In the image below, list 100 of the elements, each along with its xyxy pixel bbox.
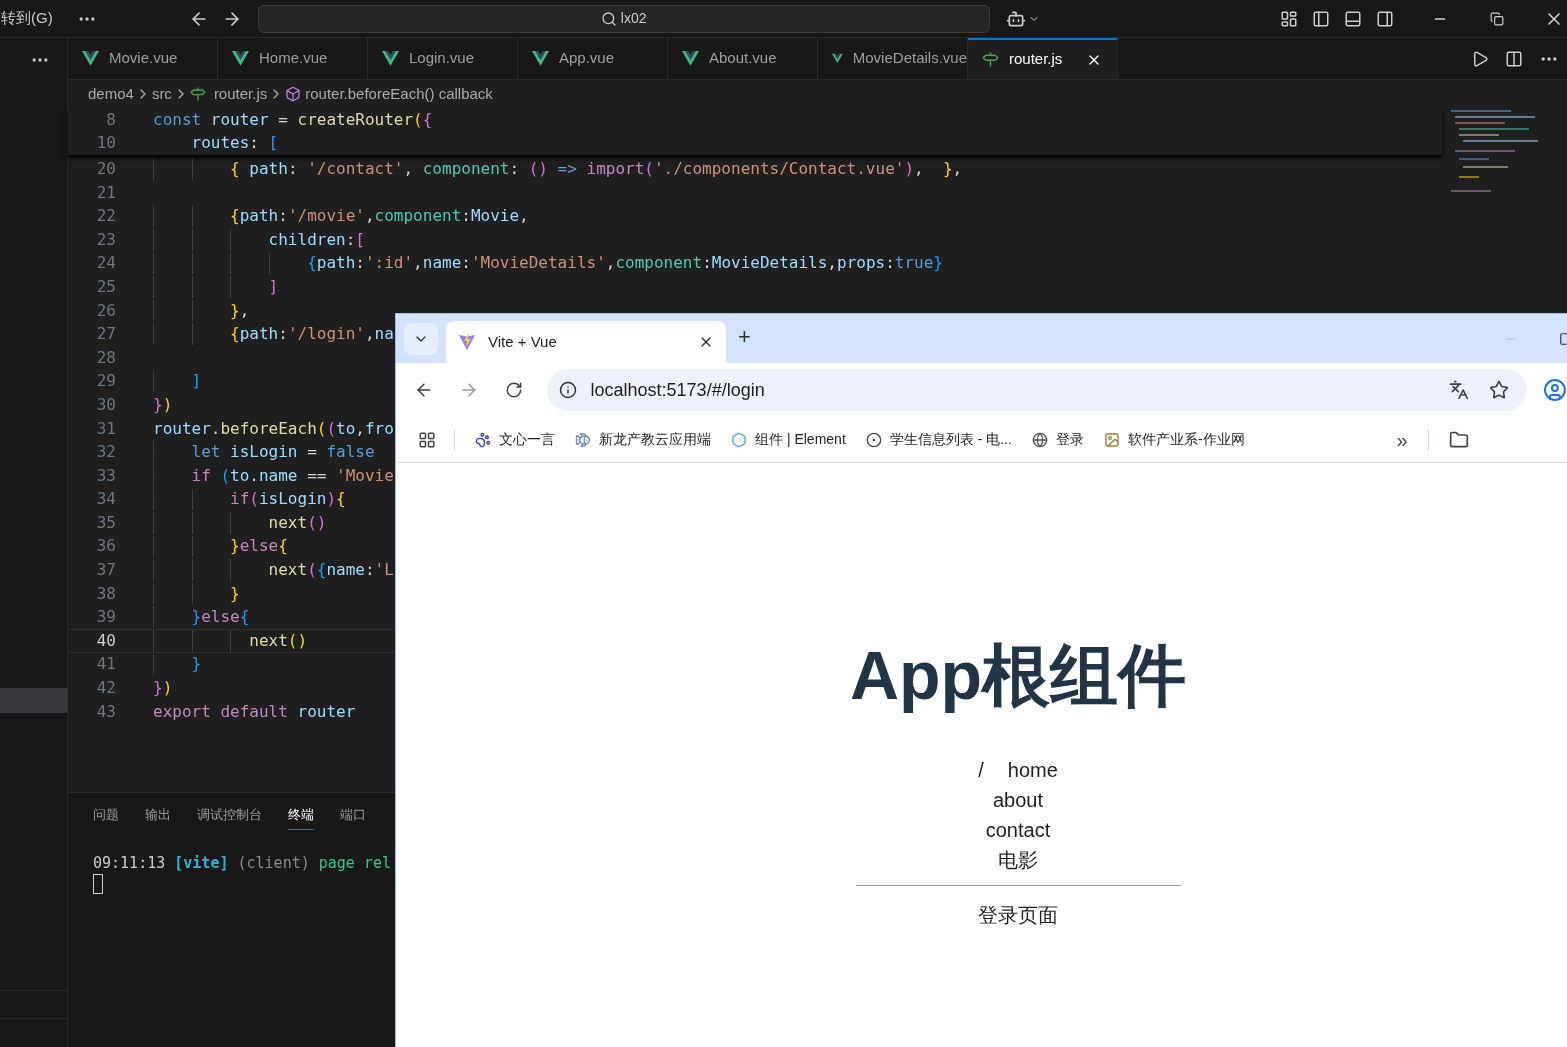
vue-logo-icon xyxy=(532,51,549,66)
vue-logo-icon xyxy=(232,51,249,66)
code-text: const router = createRouter({ xyxy=(153,108,433,131)
editor-tab[interactable]: router.js xyxy=(968,38,1118,79)
line-number: 37 xyxy=(95,559,117,582)
editor-tab[interactable]: Home.vue xyxy=(218,38,368,79)
code-text: }, xyxy=(230,299,250,322)
line-number: 8 xyxy=(105,108,117,131)
terminal-cursor xyxy=(93,874,103,894)
vue-logo-icon xyxy=(382,51,399,66)
line-number: 23 xyxy=(95,228,117,251)
breadcrumb-item[interactable]: router.js xyxy=(213,82,268,106)
code-text: ] xyxy=(268,275,279,298)
nav-link[interactable]: contact xyxy=(985,815,1051,845)
editor-tab[interactable]: App.vue xyxy=(518,38,668,79)
menu-item[interactable]: 转到(G) xyxy=(1,7,53,30)
code-text: {path:'/login',na xyxy=(230,323,394,346)
profile-icon[interactable] xyxy=(1543,378,1567,402)
bookmark-item[interactable]: 登录 xyxy=(1021,429,1094,450)
activity-bar-highlight xyxy=(0,688,67,713)
panel-tab[interactable]: 调试控制台 xyxy=(197,805,262,830)
panel-left-icon[interactable] xyxy=(1311,9,1330,28)
line-number: 29 xyxy=(95,370,117,393)
line-number: 36 xyxy=(95,535,117,558)
search-field[interactable]: lx02 xyxy=(257,4,990,33)
panel-tab[interactable]: 问题 xyxy=(93,805,119,830)
bookmark-item[interactable]: 软件产业系-作业网 xyxy=(1093,429,1255,450)
code-text: {path:'/movie',component:Movie, xyxy=(230,205,529,228)
nav-link[interactable]: 电影 xyxy=(998,845,1038,875)
code-text: } xyxy=(230,582,240,605)
breadcrumb-item[interactable]: src xyxy=(151,82,172,106)
vue-logo-icon xyxy=(832,51,843,66)
line-number: 31 xyxy=(95,417,117,440)
line-number: 40 xyxy=(95,629,117,652)
layout-icon[interactable] xyxy=(1279,9,1298,28)
fish-icon xyxy=(575,431,591,448)
reload-icon[interactable] xyxy=(504,381,523,399)
line-number: 32 xyxy=(95,441,117,464)
code-text: next() xyxy=(249,629,308,652)
line-number: 38 xyxy=(95,582,117,605)
code-text: }) xyxy=(153,677,173,700)
translate-icon[interactable] xyxy=(1449,380,1470,400)
line-number: 30 xyxy=(95,393,117,416)
new-tab-button[interactable]: + xyxy=(738,320,751,353)
folder-icon[interactable] xyxy=(1448,429,1469,450)
line-number: 24 xyxy=(95,252,117,275)
panel-tab[interactable]: 端口 xyxy=(340,805,366,830)
code-text: router.beforeEach((to,fro xyxy=(153,417,394,440)
circle-icon xyxy=(865,431,882,448)
code-text: routes: [ xyxy=(191,132,279,155)
code-text: let isLogin = false xyxy=(191,441,375,464)
line-number: 27 xyxy=(95,323,117,346)
apps-icon[interactable] xyxy=(418,430,436,449)
bookmark-item[interactable]: 学生信息列表 - 电... xyxy=(855,429,1022,450)
editor-tab[interactable]: About.vue xyxy=(668,38,818,79)
breadcrumb-item[interactable]: router.beforeEach() callback xyxy=(305,82,493,106)
editor-tab[interactable]: Movie.vue xyxy=(68,38,218,79)
line-number: 25 xyxy=(95,275,117,298)
address-bar[interactable]: localhost:5173/#/login xyxy=(546,369,1528,411)
line-number: 39 xyxy=(95,606,117,629)
code-text: ] xyxy=(191,370,202,393)
editor-tab[interactable]: Login.vue xyxy=(368,38,518,79)
bookmark-star-icon[interactable] xyxy=(1489,380,1510,400)
panel-right-icon[interactable] xyxy=(1375,9,1394,28)
line-number: 10 xyxy=(95,132,117,155)
signpost-icon xyxy=(982,51,999,68)
panel-bottom-icon[interactable] xyxy=(1343,9,1362,28)
vue-logo-icon xyxy=(82,51,99,66)
code-text: {path:':id',name:'MovieDetails',component:MovieDetails,props:true} xyxy=(307,252,943,275)
code-text: children:[ xyxy=(268,228,365,251)
bookmark-item[interactable]: 新龙产教云应用端 xyxy=(565,429,721,450)
paw-icon xyxy=(475,431,491,448)
line-number: 22 xyxy=(95,205,117,228)
panel-tab[interactable]: 输出 xyxy=(145,805,171,830)
line-number: 43 xyxy=(95,700,117,723)
restore-icon[interactable] xyxy=(1489,11,1504,26)
code-text: export default router xyxy=(153,700,356,723)
view-text: 登录页面 xyxy=(978,903,1058,928)
nav-link[interactable]: home xyxy=(1007,755,1058,785)
code-text: next({name:'L xyxy=(268,559,394,582)
image-icon xyxy=(1103,431,1120,448)
cube-icon xyxy=(285,86,302,102)
bookmark-item[interactable]: 文心一言 xyxy=(465,429,565,450)
breadcrumb-item[interactable]: demo4 xyxy=(88,82,134,106)
vue-logo-icon xyxy=(682,51,699,66)
line-number: 35 xyxy=(95,511,117,534)
bookmark-item[interactable]: 组件 | Element xyxy=(721,429,856,450)
code-text: }else{ xyxy=(191,606,250,629)
terminal-output: 09:11:13 [vite] (client) page rel xyxy=(93,853,392,872)
line-number: 34 xyxy=(95,488,117,511)
code-text: } xyxy=(191,653,202,676)
split-editor-icon[interactable] xyxy=(1505,49,1523,68)
code-text: if(isLogin){ xyxy=(230,488,346,511)
browser-tab[interactable]: Vite + Vue xyxy=(446,321,726,363)
line-number: 42 xyxy=(95,677,117,700)
more-bookmarks-button[interactable]: » xyxy=(1396,424,1408,455)
run-icon[interactable] xyxy=(1471,49,1489,68)
signpost-icon xyxy=(189,86,206,102)
panel-tab[interactable]: 终端 xyxy=(288,805,314,830)
nav-link[interactable]: about xyxy=(992,785,1044,815)
